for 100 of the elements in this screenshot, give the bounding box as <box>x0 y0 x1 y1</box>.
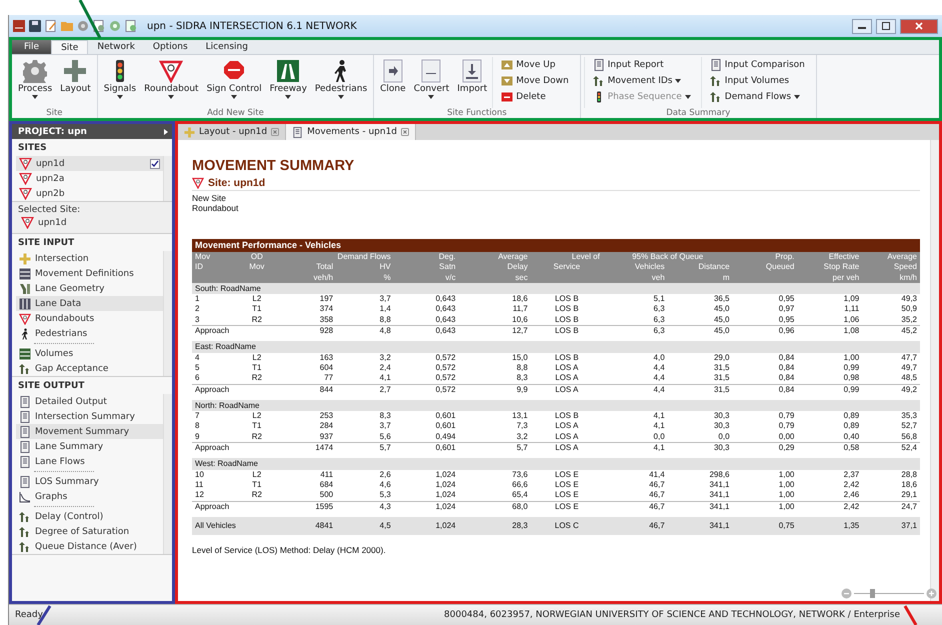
nav-item[interactable]: Queue Distance (Aver) <box>16 539 163 554</box>
close-icon[interactable] <box>401 128 410 136</box>
ribbon-button[interactable]: Roundabout <box>141 57 202 108</box>
table-cell: 1,024 <box>394 516 459 535</box>
ribbon-tab[interactable]: Site <box>51 40 88 54</box>
ribbon-tab[interactable]: Network <box>88 40 144 54</box>
ribbon-tab[interactable]: Licensing <box>196 40 257 54</box>
table-cell: 4,4 <box>602 373 668 384</box>
table-cell: 5,6 <box>336 432 394 443</box>
ribbon-button[interactable]: Process <box>15 57 56 108</box>
nav-item[interactable]: Lane Geometry <box>16 281 163 296</box>
site-item[interactable]: upn1d <box>16 156 163 171</box>
minimize-button[interactable] <box>852 18 872 34</box>
ribbon-button[interactable]: Delete <box>499 89 571 104</box>
table-cell: R2 <box>235 490 278 502</box>
scrollbar[interactable] <box>930 140 939 601</box>
ribbon-tab[interactable]: Options <box>144 40 197 54</box>
ribbon-button[interactable]: Demand Flows <box>708 89 807 104</box>
table-cell: 0,40 <box>797 432 862 443</box>
ribbon-button[interactable]: Freeway <box>266 57 310 108</box>
nav-item[interactable]: Volumes <box>16 346 163 361</box>
nav-item[interactable]: Movement Summary <box>16 424 163 439</box>
ribbon-button[interactable]: Input Volumes <box>708 73 807 88</box>
gear-icon[interactable] <box>109 20 121 32</box>
nav-item[interactable]: Lane Flows <box>16 454 163 469</box>
ribbon-button[interactable]: Move Down <box>499 73 571 88</box>
site-item[interactable]: upn2b <box>16 186 163 201</box>
cross-icon <box>63 59 88 83</box>
nav-item[interactable]: Lane Summary <box>16 439 163 454</box>
ribbon-button[interactable]: Import <box>454 57 490 108</box>
table-cell: 65,4 <box>458 490 531 502</box>
ribbon-button[interactable]: Layout <box>57 57 94 108</box>
scrollbar[interactable] <box>163 251 172 376</box>
folder-icon[interactable] <box>61 20 73 32</box>
table-cell: 2,37 <box>797 470 862 480</box>
close-button[interactable] <box>900 18 938 34</box>
ribbon-button[interactable]: Clone <box>377 57 409 108</box>
document-icon <box>592 58 605 70</box>
column-header: Speed <box>862 262 920 273</box>
nav-item[interactable]: Movement Definitions <box>16 266 163 281</box>
caret-icon <box>428 95 434 99</box>
yield-sign-icon <box>159 59 184 83</box>
table-cell-text: 30,3 <box>712 421 731 432</box>
site-description: Roundabout <box>192 203 240 213</box>
table-cell: LOS E <box>530 470 603 480</box>
table-cell: All Vehicles <box>192 516 278 535</box>
table-cell: 29,0 <box>668 352 733 363</box>
nav-item[interactable]: Degree of Saturation <box>16 524 163 539</box>
table-cell: LOS A <box>530 432 603 443</box>
column-header: Mov <box>192 252 236 262</box>
zoom-slider[interactable] <box>854 589 924 598</box>
gear-icon <box>23 59 48 83</box>
maximize-button[interactable] <box>876 18 896 34</box>
document-tab[interactable]: Movements - upn1d <box>286 124 416 140</box>
table-cell-text: T1 <box>251 421 263 432</box>
close-icon[interactable] <box>271 128 280 136</box>
project-header[interactable]: PROJECT: upn <box>12 124 172 139</box>
nav-item[interactable]: Intersection Summary <box>16 409 163 424</box>
document-icon[interactable] <box>125 20 137 32</box>
ribbon-button[interactable]: Sign Control <box>204 57 265 108</box>
table-cell: 35,3 <box>862 411 920 422</box>
ribbon-button[interactable]: Movement IDs <box>590 73 693 88</box>
caret-icon <box>675 78 682 82</box>
nav-item[interactable]: Roundabouts <box>16 311 163 326</box>
nav-item[interactable]: Delay (Control) <box>16 509 163 524</box>
ribbon-button[interactable]: Input Comparison <box>708 57 807 72</box>
nav-item[interactable]: Lane Data <box>16 296 163 311</box>
scrollbar[interactable] <box>163 394 172 554</box>
table-cell-text: LOS A <box>554 362 580 374</box>
ribbon-button[interactable]: Signals <box>100 57 140 108</box>
table-cell: 1,00 <box>732 490 798 502</box>
table-cell: 15,0 <box>458 352 531 363</box>
nav-item[interactable]: Intersection <box>16 251 163 266</box>
document-icon <box>380 59 405 83</box>
table-cell: 0,79 <box>732 411 798 422</box>
table-cell: LOS B <box>530 352 603 363</box>
table-cell: 46,7 <box>602 490 668 502</box>
gear-icon[interactable] <box>77 20 89 32</box>
site-item[interactable]: upn2a <box>16 171 163 186</box>
nav-item[interactable]: Detailed Output <box>16 394 163 409</box>
ribbon-button[interactable]: Convert <box>410 57 452 108</box>
nav-item[interactable]: Gap Acceptance <box>16 361 163 376</box>
nav-item[interactable]: Pedestrians <box>16 326 163 341</box>
ribbon-button[interactable]: Input Report <box>590 57 693 72</box>
ribbon-button[interactable]: Pedestrians <box>312 57 370 108</box>
table-cell: 0,643 <box>394 294 459 304</box>
nav-item[interactable]: LOS Summary <box>16 474 163 489</box>
file-menu-button[interactable]: File <box>12 40 52 54</box>
table-cell-text: 5 <box>194 362 200 374</box>
scrollbar[interactable] <box>163 156 172 201</box>
zoom-out-icon[interactable] <box>841 588 852 599</box>
zoom-in-icon[interactable] <box>926 588 937 599</box>
table-cell: L2 <box>235 411 278 422</box>
checkbox[interactable] <box>150 158 160 168</box>
ribbon-button[interactable]: Move Up <box>499 57 571 72</box>
table-cell-text: 8,8 <box>516 362 529 374</box>
edit-icon[interactable] <box>45 20 57 32</box>
save-icon[interactable] <box>29 20 41 32</box>
road-icon <box>276 59 300 83</box>
nav-item[interactable]: Graphs <box>16 489 163 504</box>
